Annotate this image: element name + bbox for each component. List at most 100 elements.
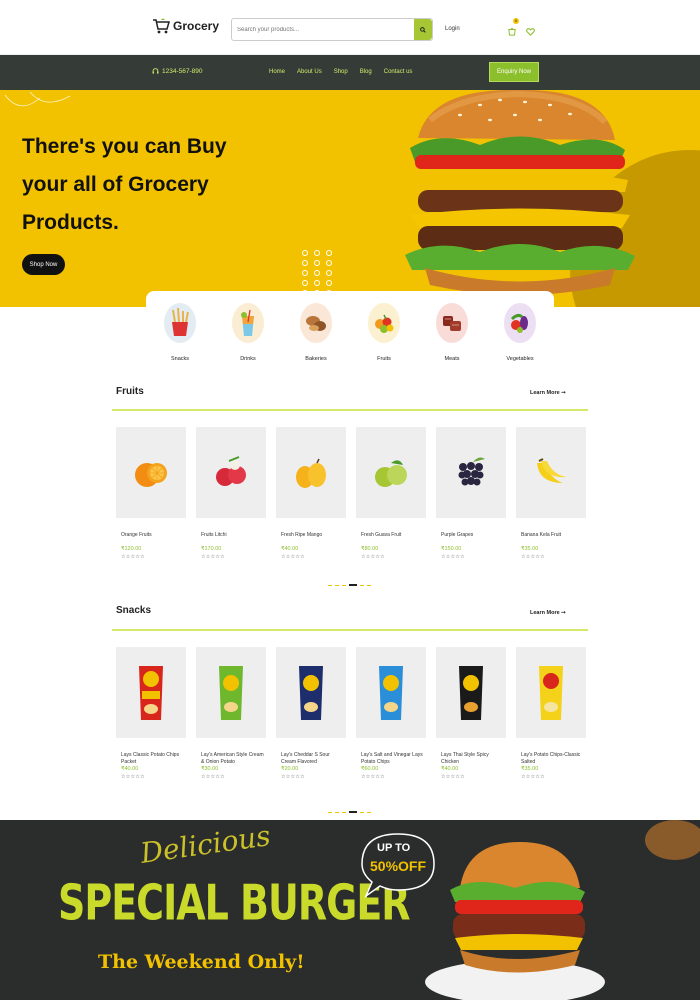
category-label: Bakeries — [305, 356, 327, 362]
burger-image — [405, 90, 635, 295]
product-name: Fruits Litchi — [201, 532, 227, 538]
rating-stars: ☆☆☆☆☆ — [361, 554, 385, 560]
product-name: Lay's American Style Cream & Onion Potat… — [201, 752, 264, 765]
product-card[interactable]: Lay's Cheddar S Sour Cream Flavored ₹20.… — [276, 647, 346, 780]
shopping-bag-icon — [508, 27, 516, 36]
cart-count-badge: 0 — [513, 18, 519, 24]
search-bar — [231, 18, 433, 41]
promo-banner[interactable]: Delicious SPECIAL BURGER The Weekend Onl… — [0, 820, 700, 1000]
product-name: Fresh Guava Fruit — [361, 532, 402, 538]
product-price: ₹40.00 — [441, 766, 459, 772]
product-price: ₹120.00 — [121, 546, 142, 552]
section-divider — [112, 409, 588, 411]
guava-image — [356, 427, 426, 518]
phone-number: 1234-567-890 — [162, 68, 203, 75]
product-card[interactable]: Lays Classic Potato Chips Packet ₹40.00 … — [116, 647, 186, 780]
smoke-decor — [645, 820, 700, 860]
cart-logo-icon — [153, 18, 170, 34]
category-label: Snacks — [170, 356, 190, 362]
main-nav: 1234-567-890 Home About Us Shop Blog Con… — [0, 55, 700, 90]
hero-title: There's you can Buy your all of Grocery … — [22, 135, 227, 234]
chips-packet-image — [436, 647, 506, 738]
promo-subtitle: The Weekend Only! — [98, 951, 305, 973]
product-price: ₹35.00 — [521, 766, 539, 772]
product-name: Banana Kela Fruit — [521, 532, 562, 538]
product-card[interactable]: Purple Grapes ₹150.00 ☆☆☆☆☆ — [436, 427, 506, 560]
product-price: ₹170.00 — [201, 546, 222, 552]
product-price: ₹150.00 — [441, 546, 462, 552]
section-divider — [112, 629, 588, 631]
product-price: ₹60.00 — [361, 766, 379, 772]
product-card[interactable]: Lays Thai Style Spicy Chicken ₹40.00 ☆☆☆… — [436, 647, 506, 780]
fruits-carousel-dots[interactable] — [328, 584, 371, 586]
banana-image — [516, 427, 586, 518]
category-meats[interactable]: Meats — [427, 303, 477, 362]
chips-packet-image — [356, 647, 426, 738]
promo-burger-image — [425, 842, 605, 1000]
promo-badge-line1: UP TO — [377, 842, 411, 854]
logo[interactable]: Grocery — [152, 18, 219, 34]
rating-stars: ☆☆☆☆☆ — [201, 774, 225, 780]
wishlist-button[interactable] — [526, 23, 535, 41]
grapes-image — [436, 427, 506, 518]
nav-shop[interactable]: Shop — [334, 69, 348, 75]
mango-image — [276, 427, 346, 518]
product-price: ₹30.00 — [201, 766, 219, 772]
drink-icon — [232, 303, 264, 343]
snacks-learn-more[interactable]: Learn More ➞ — [530, 610, 566, 616]
rating-stars: ☆☆☆☆☆ — [441, 774, 465, 780]
product-price: ₹20.00 — [281, 766, 299, 772]
meat-icon — [436, 303, 468, 343]
product-card[interactable]: Fresh Ripe Mango ₹40.00 ☆☆☆☆☆ — [276, 427, 346, 560]
nav-contact-us[interactable]: Contact us — [384, 69, 413, 75]
product-card[interactable]: Lay's Potato Chips-Classic Salted ₹35.00… — [516, 647, 586, 780]
shop-now-button[interactable]: Shop Now — [22, 254, 65, 275]
product-name: Orange Fruits — [121, 532, 152, 538]
category-snacks[interactable]: Snacks — [155, 303, 205, 362]
product-card[interactable]: Lay's Salt and Vinegar Lays Potato Chips… — [356, 647, 426, 780]
product-name: Lay's Potato Chips-Classic Salted — [521, 752, 581, 765]
rating-stars: ☆☆☆☆☆ — [441, 554, 465, 560]
bread-icon — [300, 303, 332, 343]
fruit-basket-icon — [368, 303, 400, 343]
rating-stars: ☆☆☆☆☆ — [521, 774, 545, 780]
nav-blog[interactable]: Blog — [360, 69, 372, 75]
product-name: Lay's Salt and Vinegar Lays Potato Chips — [361, 752, 423, 765]
fruits-section-title: Fruits — [116, 386, 144, 397]
hero-banner: There's you can Buy your all of Grocery … — [0, 90, 700, 307]
nav-home[interactable]: Home — [269, 69, 285, 75]
search-button[interactable] — [414, 19, 432, 40]
product-name: Lay's Cheddar S Sour Cream Flavored — [281, 752, 330, 765]
category-fruits[interactable]: Fruits — [359, 303, 409, 362]
category-drinks[interactable]: Drinks — [223, 303, 273, 362]
rating-stars: ☆☆☆☆☆ — [361, 774, 385, 780]
product-card[interactable]: Lay's American Style Cream & Onion Potat… — [196, 647, 266, 780]
litchi-image — [196, 427, 266, 518]
leaf-decor-icon — [4, 91, 71, 107]
product-price: ₹35.00 — [521, 546, 539, 552]
product-price: ₹40.00 — [121, 766, 139, 772]
fruits-learn-more[interactable]: Learn More ➞ — [530, 390, 566, 396]
rating-stars: ☆☆☆☆☆ — [281, 774, 305, 780]
logo-text: Grocery — [173, 19, 220, 33]
search-input[interactable] — [232, 19, 416, 40]
product-card[interactable]: Banana Kela Fruit ₹35.00 ☆☆☆☆☆ — [516, 427, 586, 560]
product-card[interactable]: Fresh Guava Fruit ₹80.00 ☆☆☆☆☆ — [356, 427, 426, 560]
login-link[interactable]: Login — [445, 26, 460, 32]
rating-stars: ☆☆☆☆☆ — [201, 554, 225, 560]
snacks-carousel-dots[interactable] — [328, 811, 371, 813]
product-price: ₹40.00 — [281, 546, 299, 552]
enquiry-button[interactable]: Enquiry Now — [489, 62, 539, 82]
rating-stars: ☆☆☆☆☆ — [121, 774, 145, 780]
cart-button[interactable]: 0 — [508, 18, 519, 41]
dots-decor — [302, 250, 332, 296]
product-card[interactable]: Fruits Litchi ₹170.00 ☆☆☆☆☆ — [196, 427, 266, 560]
promo-script-text: Delicious — [138, 820, 273, 870]
orange-image — [116, 427, 186, 518]
category-vegetables[interactable]: Vegetables — [495, 303, 545, 362]
nav-about-us[interactable]: About Us — [297, 69, 322, 75]
rating-stars: ☆☆☆☆☆ — [281, 554, 305, 560]
product-card[interactable]: Orange Fruits ₹120.00 ☆☆☆☆☆ — [116, 427, 186, 560]
category-bakeries[interactable]: Bakeries — [291, 303, 341, 362]
phone-contact[interactable]: 1234-567-890 — [152, 68, 202, 75]
